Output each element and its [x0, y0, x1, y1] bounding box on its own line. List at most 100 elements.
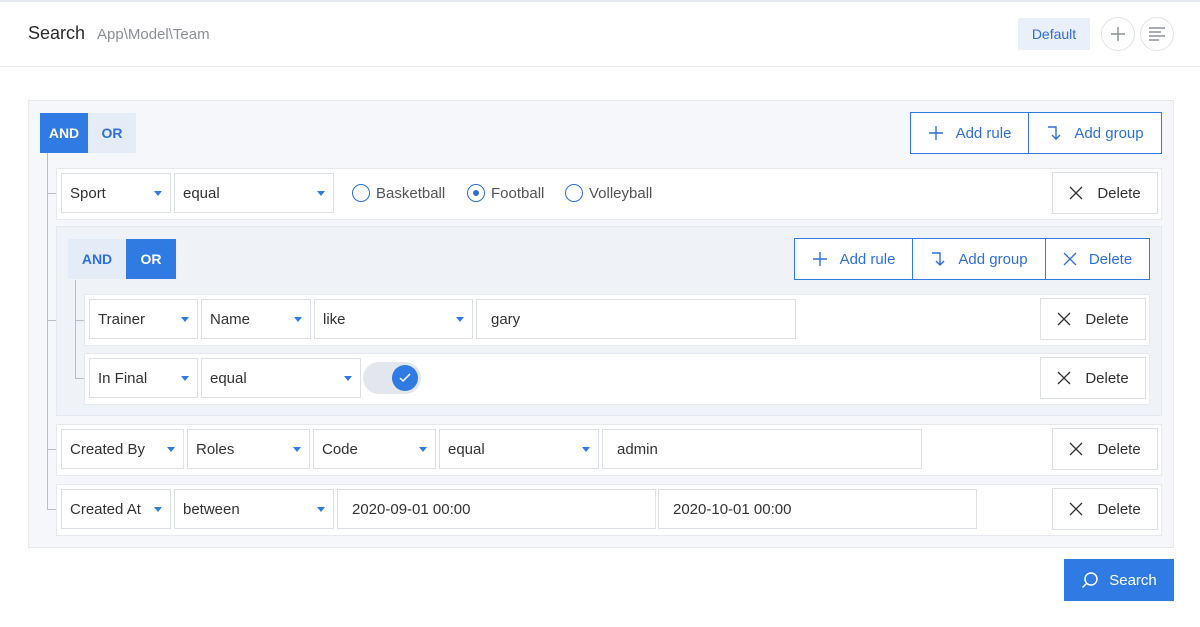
delete-label: Delete: [1088, 250, 1133, 268]
close-icon: [1057, 312, 1071, 326]
radio-football[interactable]: Football: [467, 168, 544, 218]
value-input-created-by[interactable]: admin: [602, 429, 922, 469]
radio-label: Volleyball: [589, 184, 653, 202]
select-value: Code: [322, 440, 358, 458]
radio-basketball[interactable]: Basketball: [352, 168, 445, 218]
page-title: Search: [28, 23, 86, 43]
group1-add-group-button[interactable]: Add group: [1029, 113, 1161, 153]
delete-rule-trainer-button[interactable]: Delete: [1040, 298, 1146, 340]
tree-connector: [75, 378, 84, 379]
plus-icon: [928, 126, 943, 140]
operator-select-sport[interactable]: equal: [174, 173, 334, 213]
delete-rule-created-at-button[interactable]: Delete: [1052, 488, 1158, 530]
group1-add-rule-button[interactable]: Add rule: [911, 113, 1029, 153]
tree-connector: [75, 320, 84, 321]
default-button[interactable]: Default: [1018, 18, 1090, 50]
value-input-trainer[interactable]: gary: [476, 299, 796, 339]
group2-delete-button[interactable]: Delete: [1046, 239, 1149, 279]
caret-down-icon: [344, 376, 352, 381]
radio-circle: [565, 184, 583, 202]
value-input-date-from[interactable]: 2020-09-01 00:00: [337, 489, 656, 529]
select-value: equal: [183, 184, 220, 202]
delete-label: Delete: [1085, 369, 1129, 387]
delete-rule-created-by-button[interactable]: Delete: [1052, 428, 1158, 470]
caret-down-icon: [181, 376, 189, 381]
radio-circle-checked: [467, 184, 485, 202]
select-value: Trainer: [98, 310, 145, 328]
subfield-select-code[interactable]: Code: [313, 429, 436, 469]
select-value: equal: [210, 369, 247, 387]
toggle-knob: [392, 365, 418, 391]
input-value: 2020-09-01 00:00: [352, 500, 471, 518]
tree-connector: [47, 193, 56, 194]
input-value: 2020-10-01 00:00: [673, 500, 792, 518]
caret-down-icon: [419, 447, 427, 452]
delete-label: Delete: [1097, 184, 1141, 202]
field-select-created-by[interactable]: Created By: [61, 429, 184, 469]
delete-rule-in-final-button[interactable]: Delete: [1040, 357, 1146, 399]
delete-rule-sport-button[interactable]: Delete: [1052, 172, 1158, 214]
field-select-sport[interactable]: Sport: [61, 173, 171, 213]
radio-circle: [352, 184, 370, 202]
select-value: Sport: [70, 184, 106, 202]
field-select-in-final[interactable]: In Final: [89, 358, 198, 398]
select-value: In Final: [98, 369, 148, 387]
add-button[interactable]: [1101, 17, 1135, 51]
menu-button[interactable]: [1140, 17, 1174, 51]
operator-select-in-final[interactable]: equal: [201, 358, 361, 398]
search-label: Search: [1109, 571, 1157, 589]
group1-and-toggle[interactable]: AND: [40, 113, 88, 153]
caret-down-icon: [317, 507, 325, 512]
caret-down-icon: [293, 447, 301, 452]
group2-conjunction: AND OR: [68, 239, 176, 279]
tree-connector: [75, 280, 76, 379]
subfield-select-roles[interactable]: Roles: [187, 429, 310, 469]
radio-volleyball[interactable]: Volleyball: [565, 168, 652, 218]
delete-label: Delete: [1085, 310, 1129, 328]
group1-or-toggle[interactable]: OR: [88, 113, 136, 153]
model-path: App\Model\Team: [97, 26, 210, 43]
group2-or-toggle[interactable]: OR: [126, 239, 176, 279]
tree-connector: [47, 449, 56, 450]
select-value: Created At: [70, 500, 141, 518]
caret-down-icon: [181, 317, 189, 322]
plus-icon: [812, 252, 827, 266]
input-value: admin: [617, 440, 658, 458]
search-button[interactable]: Search: [1064, 559, 1174, 601]
field-select-created-at[interactable]: Created At: [61, 489, 171, 529]
caret-down-icon: [456, 317, 464, 322]
close-icon: [1063, 252, 1077, 266]
close-icon: [1069, 442, 1083, 456]
add-rule-label: Add rule: [839, 250, 896, 268]
close-icon: [1057, 371, 1071, 385]
operator-select-created-at[interactable]: between: [174, 489, 334, 529]
operator-select-created-by[interactable]: equal: [439, 429, 599, 469]
close-icon: [1069, 502, 1083, 516]
caret-down-icon: [154, 191, 162, 196]
group2-and-toggle[interactable]: AND: [68, 239, 126, 279]
select-value: Created By: [70, 440, 146, 458]
input-value: gary: [491, 310, 521, 328]
caret-down-icon: [582, 447, 590, 452]
select-value: like: [323, 310, 346, 328]
field-select-trainer[interactable]: Trainer: [89, 299, 198, 339]
operator-select-trainer[interactable]: like: [314, 299, 473, 339]
caret-down-icon: [167, 447, 175, 452]
group2-add-rule-button[interactable]: Add rule: [795, 239, 913, 279]
select-value: Name: [210, 310, 251, 328]
in-final-toggle[interactable]: [363, 362, 421, 394]
check-icon: [399, 373, 411, 383]
add-rule-label: Add rule: [955, 124, 1012, 142]
value-input-date-to[interactable]: 2020-10-01 00:00: [658, 489, 977, 529]
add-group-label: Add group: [1074, 124, 1144, 142]
group2-add-group-button[interactable]: Add group: [913, 239, 1046, 279]
arrow-down-right-icon: [932, 252, 945, 266]
select-value: equal: [448, 440, 485, 458]
subfield-select-name[interactable]: Name: [201, 299, 311, 339]
group2-actions: Add rule Add group Delete: [794, 238, 1150, 280]
select-value: between: [183, 500, 240, 518]
arrow-down-right-icon: [1048, 126, 1061, 140]
add-group-label: Add group: [958, 250, 1028, 268]
close-icon: [1069, 186, 1083, 200]
tree-connector: [47, 153, 48, 509]
